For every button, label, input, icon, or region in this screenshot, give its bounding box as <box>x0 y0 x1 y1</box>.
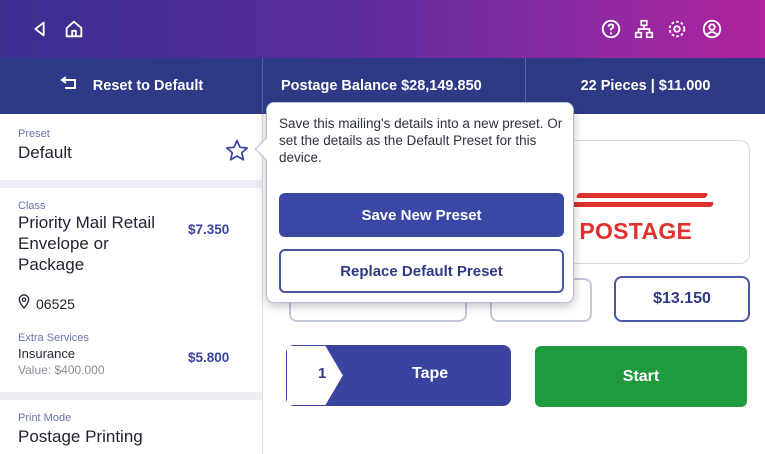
reset-icon <box>59 76 79 96</box>
tape-quantity-value: 1 <box>318 365 327 382</box>
zip-row[interactable]: 06525 <box>18 294 75 314</box>
reset-to-default-button[interactable]: Reset to Default <box>0 58 263 114</box>
help-icon[interactable] <box>599 17 623 41</box>
preset-section[interactable]: Preset Default <box>0 128 262 163</box>
class-value-line3: Package <box>18 255 85 274</box>
zip-code: 06525 <box>36 296 75 312</box>
location-pin-icon <box>18 294 30 314</box>
settings-icon[interactable] <box>665 17 689 41</box>
account-icon[interactable] <box>700 17 724 41</box>
network-icon[interactable] <box>632 17 656 41</box>
home-icon[interactable] <box>62 17 86 41</box>
class-section[interactable]: Class Priority Mail Retail Envelope or P… <box>0 200 262 275</box>
favorite-star-icon[interactable] <box>224 138 250 169</box>
print-mode-value: Postage Printing <box>18 427 143 446</box>
postage-amount[interactable]: $13.150 <box>614 276 750 322</box>
class-price: $7.350 <box>188 222 230 237</box>
start-button[interactable]: Start <box>535 346 747 407</box>
extra-services-label: Extra Services <box>18 332 89 344</box>
reset-to-default-label: Reset to Default <box>92 78 204 94</box>
postage-text: S POSTAGE <box>557 218 693 244</box>
popover-message: Save this mailing's details into a new p… <box>279 116 563 165</box>
tape-label: Tape <box>412 365 449 382</box>
back-arrow-icon[interactable] <box>28 17 52 41</box>
replace-default-preset-button[interactable]: Replace Default Preset <box>279 249 564 293</box>
save-new-preset-button[interactable]: Save New Preset <box>279 193 564 237</box>
top-nav-bar <box>0 0 765 58</box>
class-label: Class <box>18 200 46 212</box>
panel-divider <box>0 392 262 400</box>
preset-popover: Save this mailing's details into a new p… <box>254 102 574 303</box>
print-mode-section[interactable]: Print Mode Postage Printing <box>0 412 262 447</box>
settings-panel: Preset Default Class Priority Mail Retai… <box>0 114 263 454</box>
print-mode-label: Print Mode <box>18 412 72 424</box>
tape-button[interactable]: 1 Tape <box>286 345 511 406</box>
panel-divider <box>0 180 262 188</box>
extra-service-price: $5.800 <box>188 350 230 365</box>
tape-quantity[interactable]: 1 <box>286 345 346 406</box>
extra-service-value: Value: $400.000 <box>18 363 105 377</box>
